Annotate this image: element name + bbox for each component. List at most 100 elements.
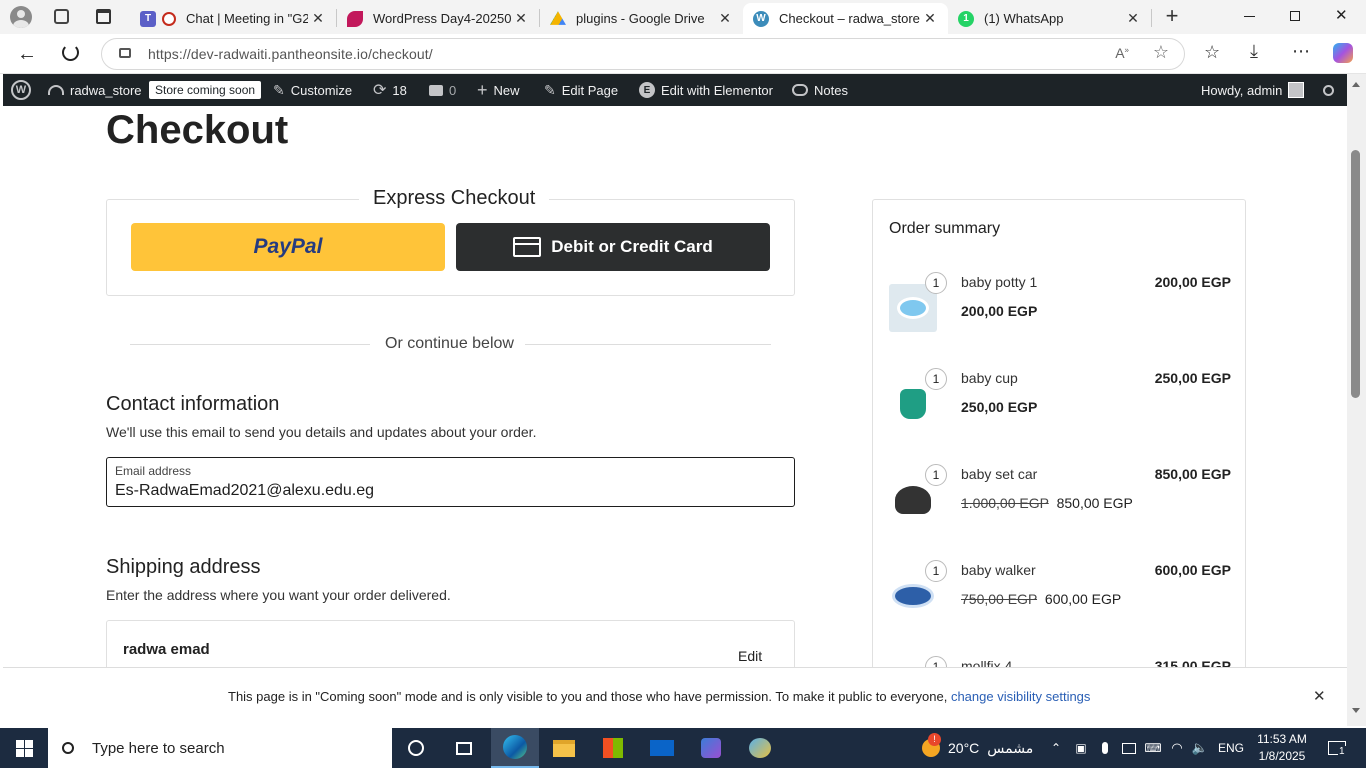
email-value[interactable]: Es-RadwaEmad2021@alexu.edu.eg (115, 482, 374, 500)
close-icon[interactable]: ✕ (511, 10, 531, 27)
input-method-icon[interactable]: ⌨ (1143, 728, 1163, 768)
notes-link[interactable]: Notes (792, 74, 848, 106)
comments-link[interactable]: 0 (429, 74, 456, 106)
taskbar-search-box[interactable]: Type here to search (48, 728, 392, 768)
order-item: 1 baby set car 850,00 EGP 1.000,00 EGP 8… (889, 462, 1231, 524)
product-name: baby potty 1 (961, 274, 1038, 290)
paypal-button[interactable]: PayPal (131, 223, 445, 271)
elementor-label: Edit with Elementor (661, 82, 773, 98)
favorites-icon[interactable]: ☆ (1204, 42, 1220, 63)
language-indicator[interactable]: ENG (1214, 728, 1248, 768)
tab-google-drive[interactable]: plugins - Google Drive ✕ (540, 3, 743, 34)
scroll-down-arrow[interactable] (1352, 708, 1360, 713)
app-icon[interactable] (687, 728, 735, 768)
chevron-up-icon[interactable]: ⌃ (1046, 728, 1066, 768)
express-checkout-title: Express Checkout (359, 187, 550, 210)
notifications-icon[interactable]: 1 (1320, 728, 1354, 768)
shipping-name: radwa emad (123, 641, 210, 658)
scrollbar-thumb[interactable] (1351, 150, 1360, 398)
paint-icon[interactable] (736, 728, 784, 768)
profile-icon[interactable] (10, 6, 32, 28)
tab-actions-icon[interactable] (96, 9, 111, 24)
site-name: radwa_store (70, 82, 142, 98)
updates-link[interactable]: ⟳ 18 (373, 74, 407, 106)
original-price: 750,00 EGP (961, 591, 1038, 607)
workspaces-icon[interactable] (54, 9, 69, 24)
wp-logo-icon[interactable]: W (11, 74, 31, 106)
weather-widget[interactable]: ! 20°C مشمس (922, 728, 1033, 768)
email-field[interactable]: Email address Es-RadwaEmad2021@alexu.edu… (106, 457, 795, 507)
cortana-icon[interactable] (396, 728, 436, 768)
task-view-icon[interactable] (444, 728, 484, 768)
customize-link[interactable]: ✎ Customize (273, 74, 352, 106)
downloads-icon[interactable]: ⤓ (1250, 41, 1258, 62)
quantity-badge: 1 (925, 560, 947, 582)
file-explorer-icon[interactable] (540, 728, 588, 768)
copilot-icon[interactable] (1333, 43, 1353, 63)
start-button[interactable] (0, 728, 48, 768)
close-icon[interactable]: ✕ (1123, 10, 1143, 27)
minimize-icon[interactable] (1244, 16, 1255, 17)
close-notice-icon[interactable]: ✕ (1313, 687, 1326, 705)
more-options-icon[interactable]: ⋯ (1292, 41, 1311, 62)
back-icon[interactable]: ← (17, 43, 37, 66)
line-total: 200,00 EGP (1154, 274, 1231, 290)
tab-title: Checkout – radwa_store (779, 11, 920, 26)
close-icon[interactable]: ✕ (920, 10, 940, 27)
tab-whatsapp[interactable]: 1 (1) WhatsApp ✕ (948, 3, 1151, 34)
edit-address-link[interactable]: Edit (738, 648, 762, 664)
search-icon (62, 742, 74, 754)
edit-page-link[interactable]: ✎ Edit Page (544, 74, 618, 106)
order-item: 1 mollfix 4 315,00 EGP (889, 654, 1231, 667)
pencil-icon: ✎ (544, 81, 556, 98)
mail-icon[interactable] (638, 728, 686, 768)
refresh-icon[interactable] (62, 44, 79, 61)
meet-now-icon[interactable]: ▣ (1071, 728, 1091, 768)
clock[interactable]: 11:53 AM 1/8/2025 (1256, 731, 1308, 765)
lock-icon[interactable] (119, 48, 131, 58)
favorite-star-icon[interactable]: ☆ (1153, 42, 1169, 63)
window-close-icon[interactable]: ✕ (1335, 6, 1348, 24)
close-icon[interactable]: ✕ (715, 10, 735, 27)
new-content-link[interactable]: + New (477, 74, 520, 106)
restore-icon[interactable] (1290, 11, 1300, 21)
device-icon[interactable] (1119, 728, 1139, 768)
coming-soon-notice: This page is in "Coming soon" mode and i… (3, 667, 1347, 726)
tab-teams-chat[interactable]: T Chat | Meeting in "G2 ✕ (130, 3, 336, 34)
wifi-icon[interactable]: ◠ (1167, 728, 1187, 768)
new-tab-icon[interactable]: + (1160, 4, 1184, 28)
avatar (1288, 82, 1305, 98)
close-icon[interactable]: ✕ (308, 10, 328, 27)
read-aloud-icon[interactable]: A» (1115, 45, 1129, 61)
notice-text: This page is in "Coming soon" mode and i… (228, 689, 948, 704)
weather-sun-icon: ! (922, 733, 941, 757)
site-name-link[interactable]: radwa_store (48, 74, 142, 106)
url-bar[interactable]: https://dev-radwaiti.pantheonsite.io/che… (101, 38, 1185, 70)
edit-with-elementor-link[interactable]: E Edit with Elementor (639, 74, 773, 106)
product-name: mollfix 4 (961, 658, 1013, 667)
microphone-icon[interactable] (1095, 728, 1115, 768)
card-payment-button[interactable]: Debit or Credit Card (456, 223, 770, 271)
quantity-badge: 1 (925, 272, 947, 294)
account-menu[interactable]: Howdy, admin (1201, 74, 1305, 106)
line-total: 600,00 EGP (1154, 562, 1231, 578)
store-icon[interactable] (589, 728, 637, 768)
search-icon[interactable] (1323, 74, 1334, 106)
store-status-badge[interactable]: Store coming soon (149, 74, 262, 106)
url-text[interactable]: https://dev-radwaiti.pantheonsite.io/che… (148, 46, 433, 62)
volume-icon[interactable]: 🔈 (1190, 728, 1210, 768)
whatsapp-icon: 1 (958, 10, 974, 27)
shipping-section-title: Shipping address (106, 556, 261, 578)
taskbar-search-placeholder: Type here to search (92, 739, 225, 757)
notes-icon (792, 84, 808, 96)
visibility-settings-link[interactable]: change visibility settings (951, 689, 1090, 704)
scroll-up-arrow[interactable] (1352, 82, 1360, 87)
tab-checkout[interactable]: W Checkout – radwa_store ✕ (743, 3, 948, 34)
page-scrollbar[interactable] (1347, 74, 1366, 726)
tab-wordpress-day4[interactable]: WordPress Day4-20250108 ✕ (337, 3, 539, 34)
browser-tab-strip: T Chat | Meeting in "G2 ✕ WordPress Day4… (0, 0, 1366, 34)
contact-section-title: Contact information (106, 393, 280, 415)
tab-title: plugins - Google Drive (576, 11, 705, 26)
teams-icon: T (140, 10, 156, 27)
edge-app-icon[interactable] (491, 728, 539, 768)
